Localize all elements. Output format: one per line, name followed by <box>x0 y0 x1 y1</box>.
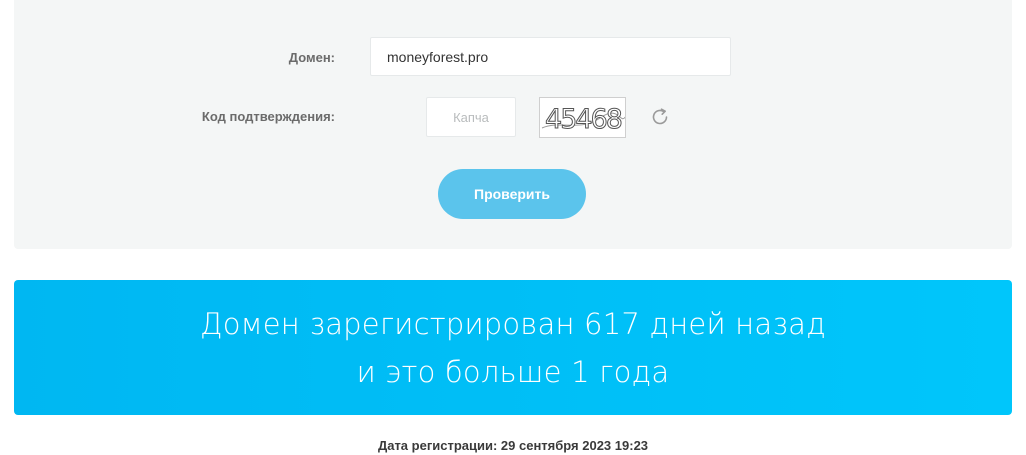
captcha-input[interactable] <box>426 97 516 137</box>
domain-input[interactable] <box>370 37 731 76</box>
captcha-label: Код подтверждения: <box>201 109 335 124</box>
result-line-1: Домен зарегистрирован 617 дней назад <box>199 307 826 341</box>
refresh-icon[interactable] <box>649 106 671 128</box>
registration-date: Дата регистрации: 29 сентября 2023 19:23 <box>377 438 649 453</box>
domain-check-form: Домен: Код подтверждения: 45468 Проверит… <box>14 0 1012 249</box>
captcha-image: 45468 <box>539 97 626 138</box>
check-button[interactable]: Проверить <box>438 169 586 219</box>
captcha-text: 45468 <box>545 104 622 135</box>
result-banner: Домен зарегистрирован 617 дней назад и э… <box>14 280 1012 415</box>
result-line-2: и это больше 1 года <box>356 355 670 389</box>
domain-label: Домен: <box>288 50 335 65</box>
